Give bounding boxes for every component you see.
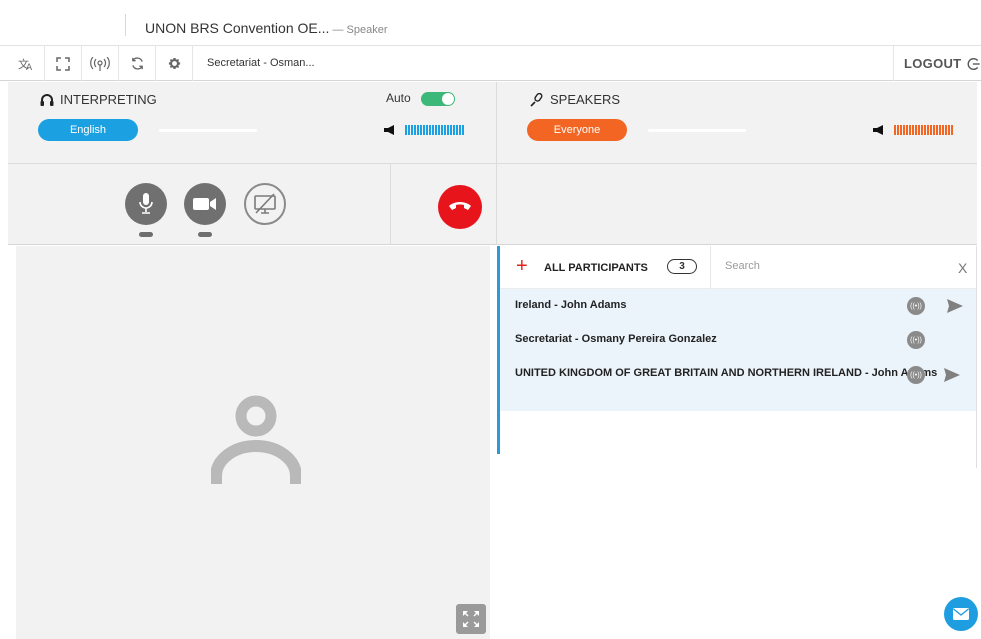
participant-name: Secretariat - Osmany Pereira Gonzalez (515, 333, 717, 345)
list-item[interactable]: Secretariat - Osmany Pereira Gonzalez ((… (500, 323, 976, 357)
panel-divider-horizontal (8, 163, 977, 164)
title-bar: UNON BRS Convention OE... — Speaker (0, 0, 981, 44)
participant-search: X (710, 246, 976, 289)
participant-name: UNITED KINGDOM OF GREAT BRITAIN AND NORT… (515, 367, 938, 379)
speakers-volume-meter[interactable] (894, 125, 953, 135)
broadcast-icon[interactable]: ((•)) (907, 331, 925, 349)
refresh-icon[interactable] (119, 46, 156, 81)
participant-count-badge: 3 (667, 259, 697, 274)
logout-label: LOGOUT (904, 56, 962, 71)
participants-panel: + ALL PARTICIPANTS 3 X Ireland - John Ad… (497, 246, 977, 639)
camera-options-button[interactable] (198, 232, 212, 237)
fullscreen-icon[interactable] (45, 46, 82, 81)
controls-divider (390, 163, 391, 245)
speakers-title: SPEAKERS (550, 92, 621, 107)
expand-video-icon[interactable] (456, 604, 486, 634)
list-item[interactable]: Ireland - John Adams ((•)) (500, 289, 976, 323)
microphone-small-icon (530, 92, 543, 107)
search-input[interactable] (725, 260, 925, 272)
svg-text:A: A (26, 63, 33, 71)
translate-icon[interactable]: 文A (8, 46, 45, 81)
interpreting-slider[interactable] (159, 129, 257, 132)
interpreting-volume-meter[interactable] (405, 125, 464, 135)
auto-label: Auto (386, 91, 411, 105)
broadcast-icon[interactable]: ((•)) (907, 366, 925, 384)
participant-name: Ireland - John Adams (515, 299, 627, 311)
send-icon[interactable] (944, 368, 960, 382)
interpreting-title: INTERPRETING (60, 92, 157, 107)
control-panels: INTERPRETING Auto English SPEAKERS Every… (8, 82, 977, 245)
speakers-selector[interactable]: Everyone (527, 119, 627, 141)
headphones-icon (40, 94, 54, 106)
speakers-slider[interactable] (648, 129, 746, 132)
title-separator (125, 14, 126, 36)
broadcast-icon[interactable]: ((•)) (907, 297, 925, 315)
video-area (16, 246, 490, 639)
close-icon[interactable]: X (958, 260, 967, 276)
language-selector[interactable]: English (38, 119, 138, 141)
participants-border (976, 246, 977, 468)
participant-list: Ireland - John Adams ((•)) Secretariat -… (500, 289, 976, 411)
mail-icon[interactable] (944, 597, 978, 631)
participants-header: + ALL PARTICIPANTS 3 X (500, 246, 976, 289)
speaker-icon (873, 125, 883, 135)
screen-share-off-icon[interactable] (244, 183, 286, 225)
add-participant-icon[interactable]: + (516, 256, 528, 276)
avatar-placeholder-icon (211, 395, 301, 484)
microphone-icon[interactable] (125, 183, 167, 225)
list-item[interactable]: UNITED KINGDOM OF GREAT BRITAIN AND NORT… (500, 357, 976, 391)
interpreting-header: INTERPRETING (40, 92, 157, 107)
speakers-header: SPEAKERS (530, 92, 620, 107)
logout-icon (967, 57, 981, 70)
logout-button[interactable]: LOGOUT (893, 46, 981, 81)
window-title: UNON BRS Convention OE... — Speaker (145, 20, 388, 36)
toolbar: 文A Secretariat - Osman... LOGOUT (0, 45, 981, 81)
speaker-icon (384, 125, 394, 135)
camera-icon[interactable] (184, 183, 226, 225)
window-role: — Speaker (329, 24, 388, 36)
participants-title: ALL PARTICIPANTS (544, 262, 648, 274)
broadcast-icon[interactable] (82, 46, 119, 81)
hang-up-icon[interactable] (438, 185, 482, 229)
send-icon[interactable] (947, 299, 963, 313)
gear-icon[interactable] (156, 46, 193, 81)
auto-toggle[interactable] (421, 92, 455, 106)
room-name: Secretariat - Osman... (207, 57, 315, 69)
microphone-options-button[interactable] (139, 232, 153, 237)
